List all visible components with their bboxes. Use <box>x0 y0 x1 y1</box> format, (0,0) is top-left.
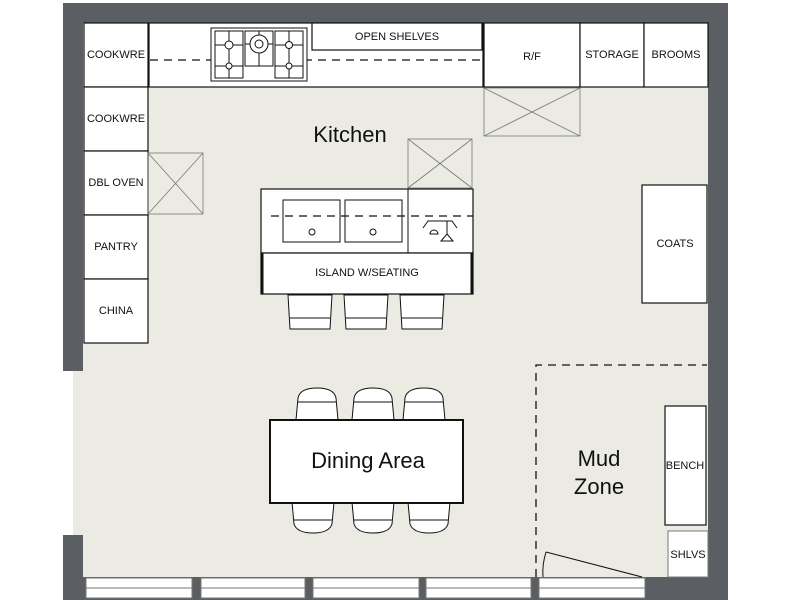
kitchen-label: Kitchen <box>313 122 386 147</box>
fridge-label: R/F <box>523 51 541 63</box>
storage-label: STORAGE <box>585 49 639 61</box>
dining-area-label: Dining Area <box>311 448 426 473</box>
china-label: CHINA <box>99 305 134 317</box>
cookware-label: COOKWRE <box>87 113 145 125</box>
cooktop <box>210 27 308 82</box>
floor-plan: COOKWRE COOKWRE DBL OVEN PANTRY CHINA OP… <box>63 3 728 600</box>
cookware-label: COOKWRE <box>87 49 145 61</box>
double-oven-label: DBL OVEN <box>88 177 143 189</box>
bar-stools <box>287 294 445 330</box>
left-cabinets: COOKWRE COOKWRE DBL OVEN PANTRY CHINA <box>83 22 149 344</box>
bench-label: BENCH <box>666 460 705 472</box>
coats-label: COATS <box>656 238 693 250</box>
mud-zone-label-line1: Mud <box>578 446 621 471</box>
mud-zone-label-line2: Zone <box>574 474 624 499</box>
pantry-label: PANTRY <box>94 241 138 253</box>
island-label: ISLAND W/SEATING <box>315 267 419 279</box>
windows <box>85 577 646 599</box>
open-shelves-label: OPEN SHELVES <box>355 31 439 43</box>
brooms-label: BROOMS <box>652 49 701 61</box>
shelves-label: SHLVS <box>670 549 705 561</box>
